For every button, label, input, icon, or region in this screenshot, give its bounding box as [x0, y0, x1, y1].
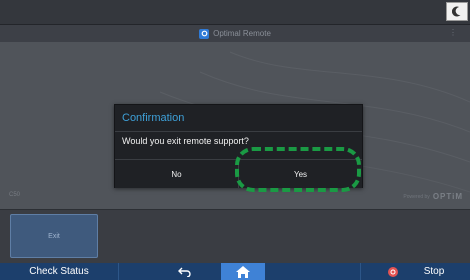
exit-panel: Exit	[0, 209, 470, 264]
yes-button[interactable]: Yes	[239, 160, 362, 188]
app-title-bar: Optimal Remote ⋮	[0, 25, 470, 42]
confirmation-dialog: Confirmation Would you exit remote suppo…	[114, 104, 363, 188]
night-mode-button[interactable]	[446, 2, 468, 21]
home-button[interactable]	[221, 263, 265, 280]
dialog-button-row: No Yes	[115, 159, 362, 188]
status-bar	[0, 0, 470, 25]
moon-icon	[452, 6, 461, 17]
bottom-bar: Check Status Stop	[0, 263, 470, 280]
no-button[interactable]: No	[115, 160, 239, 188]
stop-icon	[387, 266, 398, 277]
optimal-remote-logo-icon	[199, 28, 210, 39]
stop-button[interactable]: Stop	[360, 263, 470, 280]
powered-by-label: Powered by	[403, 193, 430, 200]
stop-label: Stop	[423, 266, 445, 277]
check-status-button[interactable]: Check Status	[0, 263, 119, 280]
more-menu-icon[interactable]: ⋮	[449, 28, 458, 37]
dialog-title: Confirmation	[122, 112, 185, 124]
powered-by: Powered by OPTiM	[403, 192, 463, 201]
powered-by-brand: OPTiM	[432, 192, 463, 201]
exit-button[interactable]: Exit	[10, 214, 98, 258]
app-title: Optimal Remote	[213, 29, 271, 38]
back-arrow-icon	[178, 267, 191, 277]
home-icon	[236, 265, 250, 278]
back-button[interactable]	[150, 263, 220, 280]
model-code-label: C50	[9, 192, 21, 198]
dialog-message: Would you exit remote support?	[122, 136, 249, 146]
dialog-divider	[115, 131, 362, 132]
